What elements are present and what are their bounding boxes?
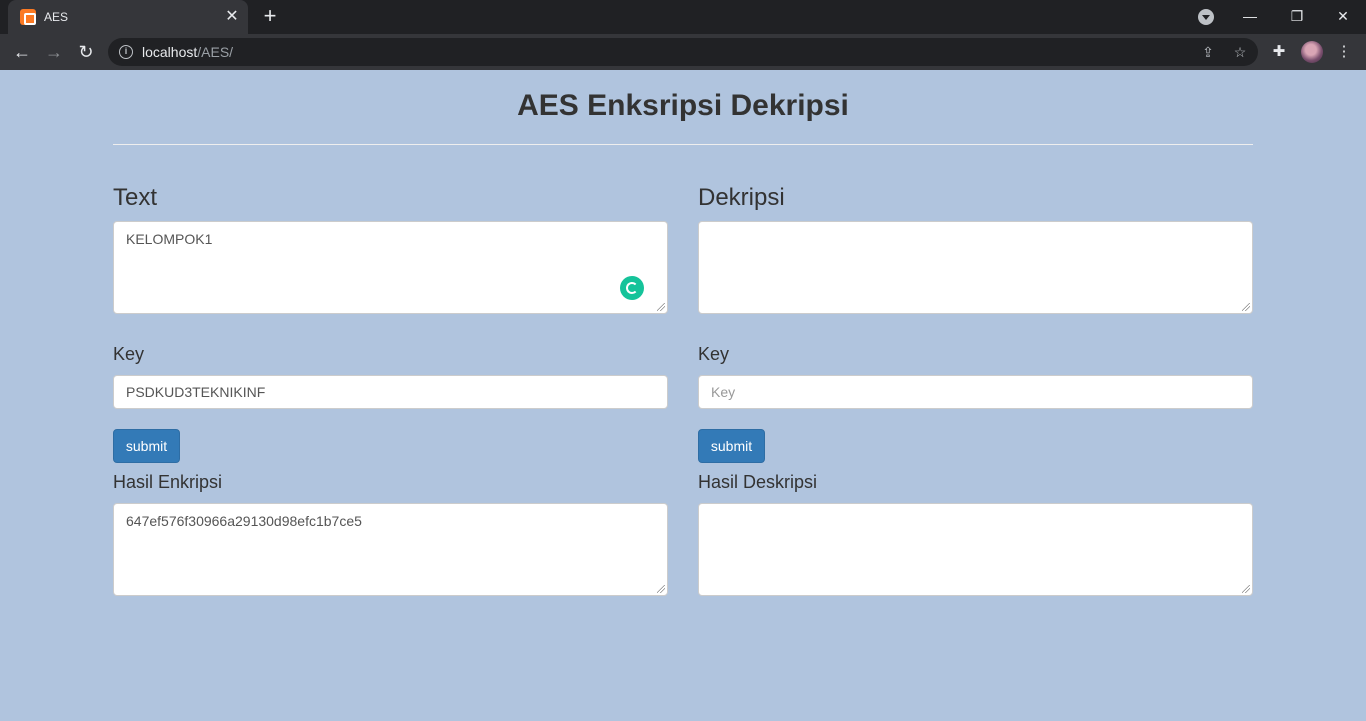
decrypt-key-label: Key — [698, 344, 730, 364]
minimize-icon[interactable]: — — [1238, 4, 1262, 28]
reload-icon[interactable]: ↻ — [74, 40, 98, 64]
tab-close-icon[interactable]: ✕ — [222, 7, 242, 27]
tab-search-icon[interactable] — [1198, 9, 1214, 25]
grammarly-icon[interactable] — [620, 276, 644, 300]
title-divider — [113, 144, 1253, 145]
new-tab-icon[interactable]: + — [258, 5, 282, 29]
encrypt-result-value: 647ef576f30966a29130d98efc1b7ce5 — [126, 513, 362, 529]
bookmark-star-icon[interactable]: ☆ — [1230, 42, 1250, 62]
tab-title: AES — [44, 10, 69, 24]
ciphertext-textarea[interactable] — [698, 221, 1253, 314]
decrypt-heading: Dekripsi — [698, 184, 785, 211]
extensions-icon[interactable]: ✚ — [1267, 40, 1291, 64]
page-title: AES Enksripsi Dekripsi — [517, 89, 849, 122]
back-icon[interactable]: ← — [10, 40, 34, 64]
encrypt-result-textarea[interactable]: 647ef576f30966a29130d98efc1b7ce5 — [113, 503, 668, 596]
encrypt-heading: Text — [113, 184, 158, 211]
xampp-favicon-icon — [20, 9, 36, 25]
browser-toolbar: ← → ↻ i localhost/AES/ ⇪ ☆ ✚ ⋮ — [0, 34, 1366, 70]
url-text: localhost/AES/ — [142, 44, 234, 60]
profile-avatar[interactable] — [1301, 41, 1323, 63]
encrypt-result-label: Hasil Enkripsi — [113, 472, 223, 492]
decrypt-key-input[interactable]: Key — [698, 375, 1253, 409]
decrypt-result-label: Hasil Deskripsi — [698, 472, 818, 492]
browser-tab-bar: AES ✕ + — ❐ ✕ — [0, 0, 1366, 34]
window-close-icon[interactable]: ✕ — [1331, 4, 1355, 28]
resize-grip-icon[interactable] — [657, 303, 665, 311]
restore-icon[interactable]: ❐ — [1285, 4, 1309, 28]
encrypt-key-label: Key — [113, 344, 145, 364]
forward-icon[interactable]: → — [42, 40, 66, 64]
decrypt-submit-button[interactable]: submit — [698, 429, 765, 463]
encrypt-submit-button[interactable]: submit — [113, 429, 180, 463]
resize-grip-icon[interactable] — [1242, 585, 1250, 593]
encrypt-key-input[interactable]: PSDKUD3TEKNIKINF — [113, 375, 668, 409]
address-bar[interactable]: i localhost/AES/ ⇪ ☆ — [108, 38, 1258, 66]
site-info-icon[interactable]: i — [119, 45, 133, 59]
resize-grip-icon[interactable] — [657, 585, 665, 593]
plaintext-value: KELOMPOK1 — [126, 231, 213, 247]
menu-kebab-icon[interactable]: ⋮ — [1332, 40, 1356, 64]
share-icon[interactable]: ⇪ — [1198, 42, 1218, 62]
browser-tab[interactable]: AES ✕ — [8, 0, 248, 34]
decrypt-result-textarea[interactable] — [698, 503, 1253, 596]
plaintext-textarea[interactable]: KELOMPOK1 — [113, 221, 668, 314]
resize-grip-icon[interactable] — [1242, 303, 1250, 311]
